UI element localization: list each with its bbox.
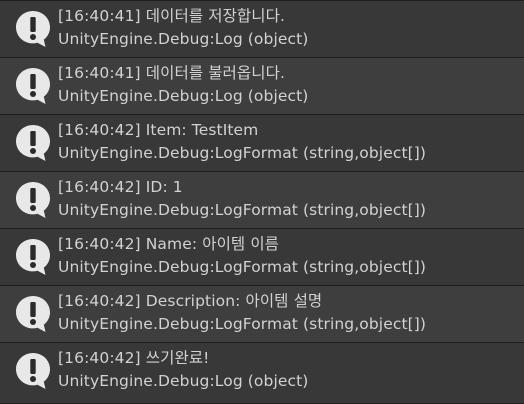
- log-message: [16:40:41] 데이터를 불러옵니다.: [58, 64, 286, 82]
- log-entry[interactable]: [16:40:42] 쓰기완료! UnityEngine.Debug:Log (…: [0, 343, 524, 403]
- log-message: [16:40:42] Description: 아이템 설명: [58, 292, 323, 310]
- info-exclamation-icon: [16, 182, 50, 218]
- info-exclamation-icon: [16, 68, 50, 104]
- log-entry[interactable]: [16:40:42] Item: TestItem UnityEngine.De…: [0, 115, 524, 171]
- log-entry-text: [16:40:42] Item: TestItem UnityEngine.De…: [58, 115, 426, 171]
- log-stack-trace: UnityEngine.Debug:LogFormat (string,obje…: [58, 258, 427, 276]
- log-message: [16:40:42] 쓰기완료!: [58, 349, 210, 367]
- info-exclamation-icon: [16, 353, 50, 389]
- log-message: [16:40:41] 데이터를 저장합니다.: [58, 7, 286, 25]
- log-entry-icon-area: [0, 1, 58, 57]
- log-entry[interactable]: [16:40:41] 데이터를 저장합니다. UnityEngine.Debug…: [0, 1, 524, 57]
- log-stack-trace: UnityEngine.Debug:Log (object): [58, 30, 309, 48]
- log-entry-icon-area: [0, 115, 58, 171]
- log-stack-trace: UnityEngine.Debug:LogFormat (string,obje…: [58, 315, 427, 333]
- log-entry-text: [16:40:42] 쓰기완료! UnityEngine.Debug:Log (…: [58, 343, 308, 403]
- log-stack-trace: UnityEngine.Debug:Log (object): [58, 87, 309, 105]
- log-entry-text: [16:40:42] ID: 1 UnityEngine.Debug:LogFo…: [58, 172, 426, 228]
- log-entry[interactable]: [16:40:42] Description: 아이템 설명 UnityEngi…: [0, 286, 524, 342]
- log-entry-text: [16:40:42] Description: 아이템 설명 UnityEngi…: [58, 286, 426, 342]
- info-exclamation-icon: [16, 239, 50, 275]
- log-entry-text: [16:40:41] 데이터를 불러옵니다. UnityEngine.Debug…: [58, 58, 308, 114]
- log-entry-icon-area: [0, 172, 58, 228]
- console-log-list: [16:40:41] 데이터를 저장합니다. UnityEngine.Debug…: [0, 0, 524, 404]
- log-entry-icon-area: [0, 343, 58, 403]
- log-entry[interactable]: [16:40:42] ID: 1 UnityEngine.Debug:LogFo…: [0, 172, 524, 228]
- log-entry-icon-area: [0, 286, 58, 342]
- log-stack-trace: UnityEngine.Debug:Log (object): [58, 372, 309, 390]
- info-exclamation-icon: [16, 296, 50, 332]
- info-exclamation-icon: [16, 11, 50, 47]
- log-entry[interactable]: [16:40:42] Name: 아이템 이름 UnityEngine.Debu…: [0, 229, 524, 285]
- log-entry-icon-area: [0, 58, 58, 114]
- log-stack-trace: UnityEngine.Debug:LogFormat (string,obje…: [58, 144, 427, 162]
- info-exclamation-icon: [16, 125, 50, 161]
- log-entry[interactable]: [16:40:41] 데이터를 불러옵니다. UnityEngine.Debug…: [0, 58, 524, 114]
- log-entry-text: [16:40:42] Name: 아이템 이름 UnityEngine.Debu…: [58, 229, 426, 285]
- log-stack-trace: UnityEngine.Debug:LogFormat (string,obje…: [58, 201, 427, 219]
- log-message: [16:40:42] Name: 아이템 이름: [58, 235, 280, 253]
- log-entry-text: [16:40:41] 데이터를 저장합니다. UnityEngine.Debug…: [58, 1, 308, 57]
- log-message: [16:40:42] Item: TestItem: [58, 121, 259, 139]
- log-entry-icon-area: [0, 229, 58, 285]
- log-message: [16:40:42] ID: 1: [58, 178, 183, 196]
